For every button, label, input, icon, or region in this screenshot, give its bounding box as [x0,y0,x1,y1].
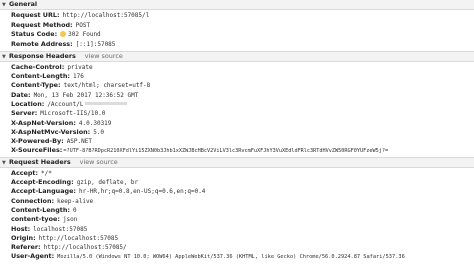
header-row-user-agent: User-Agent: Mozilla/5.0 (Windows NT 10.0;… [11,252,474,261]
section-title: Response Headers [9,51,76,60]
section-title: General [9,0,38,8]
header-value: =?UTF-8?B?RDpcR210XFdlYi15ZXN0b3Jhb1xXZW… [63,148,389,155]
status-dot-icon [60,31,67,38]
header-key: Content-Length: [11,72,70,81]
header-row-connection: Connection: keep-alive [11,197,474,206]
header-row-referer: Referer: http://localhost:57085/ [11,243,474,252]
header-key: Host: [11,224,31,233]
header-value: [::1]:57085 [75,41,116,49]
header-value: http://localhost:57085/l [62,12,150,19]
triangle-down-icon: ▼ [2,159,6,166]
header-row-x-aspnetmvc-version: X-AspNetMvc-Version: 5.0 [11,128,474,137]
header-key: Content-Type: [11,81,61,90]
response-headers-header[interactable]: ▼ Response Headers view source [0,51,474,62]
redacted-text [85,102,128,106]
header-value: localhost:57085 [33,225,88,233]
header-row-origin: Origin: http://localhost:57085 [11,234,474,243]
header-key: Remote Address: [11,40,73,49]
triangle-down-icon: ▼ [2,2,6,8]
header-row-accept-encoding: Accept-Encoding: gzip, deflate, br [11,178,474,187]
request-headers-section: ▼ Request Headers view source Accept: */* A… [0,157,474,263]
section-title: Request Headers [9,157,71,166]
request-headers-header[interactable]: ▼ Request Headers view source [0,157,474,168]
header-key: Origin: [11,233,36,242]
header-value: Mon, 13 Feb 2017 12:36:52 GMT [33,91,139,99]
header-key: Request Method: [11,20,73,29]
header-row-content-length: Content-Length: 0 [11,206,474,215]
header-key: X-Powered-By: [11,137,64,146]
header-row-accept-language: Accept-Language: hr-HR,hr;q=0.8,en-US;q=0… [11,187,474,196]
triangle-down-icon: ▼ [2,53,6,60]
header-value: text/html; charset=utf-8 [63,82,151,90]
header-value: Mozilla/5.0 (Windows NT 10.0; WOW64) App… [57,254,405,261]
header-key: content-tyoe: [11,215,60,224]
header-key: Accept: [11,168,39,177]
header-key: Referer: [11,243,41,252]
header-row-server: Server: Microsoft-IIS/10.0 [11,109,474,118]
header-key: Content-Length: [11,205,70,214]
header-key: Request URL: [11,11,60,19]
header-row-cache-control: Cache-Control: private [11,63,474,72]
header-row-remote-address: Remote Address: [::1]:57085 [11,40,474,50]
header-value: hr-HR,hr;q=0.8,en-US;q=0.6,en;q=0.4 [78,188,206,196]
header-row-content-tyoe: content-tyoe: json [11,215,474,224]
header-key: Status Code: [11,30,58,39]
header-value: private [67,63,93,71]
header-row-date: Date: Mon, 13 Feb 2017 12:36:52 GMT [11,91,474,100]
header-row-request-method: Request Method: POST [11,21,474,31]
header-key: X-AspNetMvc-Version: [11,127,91,136]
header-value: http://localhost:57085/ [43,244,127,252]
header-value: 302 Found [68,31,101,39]
response-headers-section: ▼ Response Headers view source Cache-Contr… [0,51,474,158]
header-value: ASP.NET [66,138,92,146]
header-row-location: Location:/Account/L [11,100,474,109]
header-key: X-AspNet-Version: [11,118,76,127]
header-key: Location: [11,99,45,108]
header-key: Accept-Language: [11,187,76,196]
view-source-link[interactable]: view source [80,158,118,166]
header-value: 5.0 [93,128,105,136]
header-value: 176 [72,73,84,81]
header-value: */* [41,169,52,177]
header-row-content-length: Content-Length: 176 [11,72,474,81]
header-value: keep-alive [57,197,94,205]
header-key: Date: [11,90,31,99]
header-key: User-Agent: [11,252,55,261]
header-key: Cache-Control: [11,62,65,71]
header-value: json [62,216,78,224]
header-row-request-url: Request URL: http://localhost:57085/l [11,11,474,21]
header-row-x-sourcefiles: X-SourceFiles:=?UTF-8?B?RDpcR210XFdlYi15… [11,146,474,155]
header-row-content-type: Content-Type: text/html; charset=utf-8 [11,81,474,90]
header-value: POST [75,21,91,29]
header-key: X-SourceFiles: [11,146,63,155]
header-row-host: Host: localhost:57085 [11,225,474,234]
header-value: /Account/L [47,100,84,108]
general-section: ▼ General Request URL: http://localhost:57… [0,0,474,52]
header-row-x-aspnet-version: X-AspNet-Version: 4.0.30319 [11,119,474,128]
header-key: Server: [11,109,38,118]
header-value: 0 [72,206,77,214]
header-key: Accept-Encoding: [11,178,74,187]
header-value: Microsoft-IIS/10.0 [40,110,106,118]
header-value: http://localhost:57085 [38,234,119,242]
view-source-link[interactable]: view source [85,52,123,60]
header-key: Connection: [11,196,55,205]
header-row-x-powered-by: X-Powered-By: ASP.NET [11,137,474,146]
header-row-status-code: Status Code: 302 Found [11,30,474,40]
header-value: gzip, deflate, br [76,179,139,187]
header-row-accept: Accept: */* [11,169,474,178]
header-value: 4.0.30319 [78,119,112,127]
general-header[interactable]: ▼ General [0,0,474,10]
